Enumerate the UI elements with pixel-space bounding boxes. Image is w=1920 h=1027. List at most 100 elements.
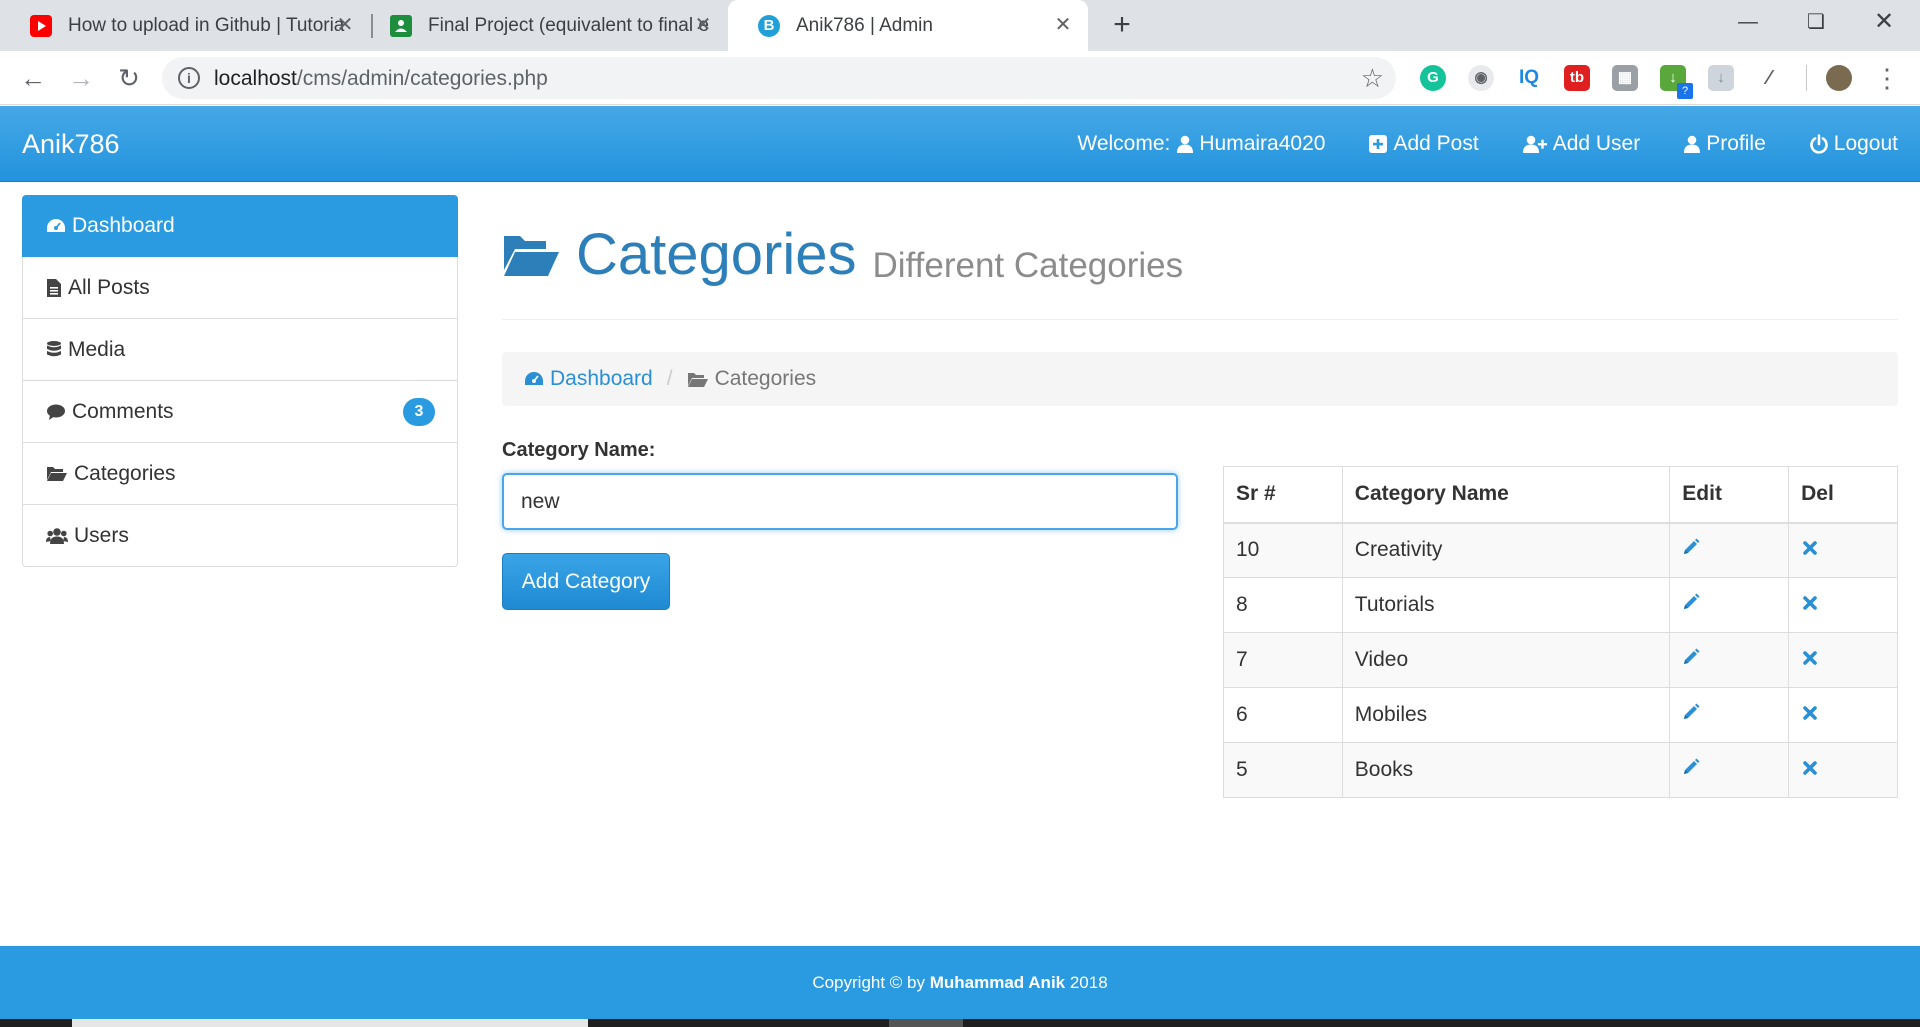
close-tab-icon[interactable]: ✕ [1052,14,1074,36]
column-header-edit: Edit [1669,466,1790,524]
cell-edit [1669,687,1790,743]
users-icon [46,527,68,544]
url-text: localhost/cms/admin/categories.php [214,67,548,90]
delete-icon[interactable] [1802,538,1818,562]
iq-extension-icon[interactable]: IQ [1516,65,1542,91]
add-category-button[interactable]: Add Category [502,553,670,610]
sidebar-item-media[interactable]: Media [22,319,458,381]
toolbar-divider [1806,65,1807,91]
grammarly-icon[interactable]: G [1420,65,1446,91]
minimize-icon[interactable]: — [1718,6,1778,38]
extension-icon[interactable]: ▦ [1612,65,1638,91]
tubebuddy-icon[interactable]: tb [1564,65,1590,91]
sidebar-item-categories[interactable]: Categories [22,443,458,505]
edit-pencil-icon[interactable] [1682,648,1700,672]
breadcrumb: Dashboard / Categories [502,352,1898,406]
file-icon [47,278,61,297]
cell-del [1788,632,1898,688]
breadcrumb-current: Categories [687,367,816,391]
delete-icon[interactable] [1802,758,1818,782]
back-icon[interactable]: ← [16,61,50,95]
footer-year: 2018 [1065,973,1108,992]
edit-pencil-icon[interactable] [1682,538,1700,562]
bookmark-star-icon[interactable]: ☆ [1361,63,1384,94]
sidebar-item-comments[interactable]: Comments 3 [22,381,458,443]
page-header: Categories Different Categories [502,220,1898,320]
close-tab-icon[interactable]: ✕ [334,14,356,36]
welcome-user[interactable]: Welcome: Humaira4020 [1077,132,1325,156]
avatar[interactable] [1826,65,1852,91]
column-header-category-name: Category Name [1341,466,1671,524]
profile-link[interactable]: Profile [1684,132,1766,156]
table-row: 7 Video [1223,632,1898,688]
delete-icon[interactable] [1802,593,1818,617]
classroom-icon [390,14,412,37]
database-icon [47,340,61,356]
cell-edit [1669,632,1790,688]
column-header-sr: Sr # [1223,466,1343,524]
footer-author: Muhammad Anik [929,973,1066,992]
menu-icon[interactable]: ⋮ [1870,61,1904,95]
table-row: 6 Mobiles [1223,687,1898,743]
close-window-icon[interactable]: ✕ [1854,6,1914,38]
cell-category-name: Mobiles [1341,687,1671,743]
taskbar-item[interactable] [72,1019,588,1027]
breadcrumb-dashboard-link[interactable]: Dashboard [524,367,653,391]
cell-edit [1669,522,1790,578]
edit-pencil-icon[interactable] [1682,703,1700,727]
downloader-icon[interactable]: ↓ [1708,65,1734,91]
sidebar-item-label: Users [74,523,129,547]
restore-icon[interactable]: ❏ [1786,6,1846,38]
table-row: 5 Books [1223,742,1898,798]
logout-label: Logout [1833,132,1898,155]
edit-pencil-icon[interactable] [1682,593,1700,617]
reload-icon[interactable]: ↻ [112,61,146,95]
category-name-input[interactable] [502,473,1178,530]
add-post-label: Add Post [1393,132,1479,155]
cell-category-name: Tutorials [1341,577,1671,633]
sidebar-item-users[interactable]: Users [22,505,458,567]
cell-sr: 6 [1223,687,1343,743]
column-header-del: Del [1788,466,1898,524]
browser-tab-classroom[interactable]: Final Project (equivalent to final e ✕ [360,0,728,51]
brand-link[interactable]: Anik786 [22,129,120,160]
address-bar[interactable]: i localhost/cms/admin/categories.php ☆ [162,57,1396,99]
logout-link[interactable]: Logout [1810,132,1898,156]
user-icon [1684,135,1701,153]
info-icon[interactable]: i [178,67,200,89]
comments-count-badge: 3 [403,398,435,426]
browser-tab-admin[interactable]: B Anik786 | Admin ✕ [728,0,1088,51]
add-post-link[interactable]: Add Post [1369,132,1479,156]
table-row: 10 Creativity [1223,522,1898,578]
delete-icon[interactable] [1802,703,1818,727]
cell-del [1788,522,1898,578]
cell-sr: 7 [1223,632,1343,688]
taskbar-item[interactable] [889,1019,963,1027]
edit-pencil-icon[interactable] [1682,758,1700,782]
page-title: Categories [576,222,857,287]
eye-extension-icon[interactable]: ◉ [1468,65,1494,91]
user-icon [1177,135,1194,153]
forward-icon[interactable]: → [64,61,98,95]
eyedropper-icon[interactable]: ⁄ [1756,65,1782,91]
welcome-label: Welcome: [1077,132,1171,155]
sidebar-item-all-posts[interactable]: All Posts [22,257,458,319]
navbar-links: Welcome: Humaira4020 Add Post Add User P… [1077,106,1920,182]
footer: Copyright © by Muhammad Anik 2018 [0,946,1920,1019]
sidebar-item-dashboard[interactable]: Dashboard [22,195,458,257]
username: Humaira4020 [1199,132,1326,155]
cell-edit [1669,577,1790,633]
footer-prefix: Copyright © by [812,973,930,992]
new-tab-button[interactable]: + [1106,10,1138,42]
cell-del [1788,742,1898,798]
browser-tab-youtube[interactable]: How to upload in Github | Tutoria ✕ [0,0,370,51]
comment-icon [47,404,65,420]
page-subtitle: Different Categories [872,246,1184,285]
extension-badge: ? [1677,83,1693,99]
cell-category-name: Books [1341,742,1671,798]
add-user-link[interactable]: Add User [1522,132,1640,156]
cell-sr: 8 [1223,577,1343,633]
delete-icon[interactable] [1802,648,1818,672]
folder-open-icon [687,372,708,387]
close-tab-icon[interactable]: ✕ [692,14,714,36]
